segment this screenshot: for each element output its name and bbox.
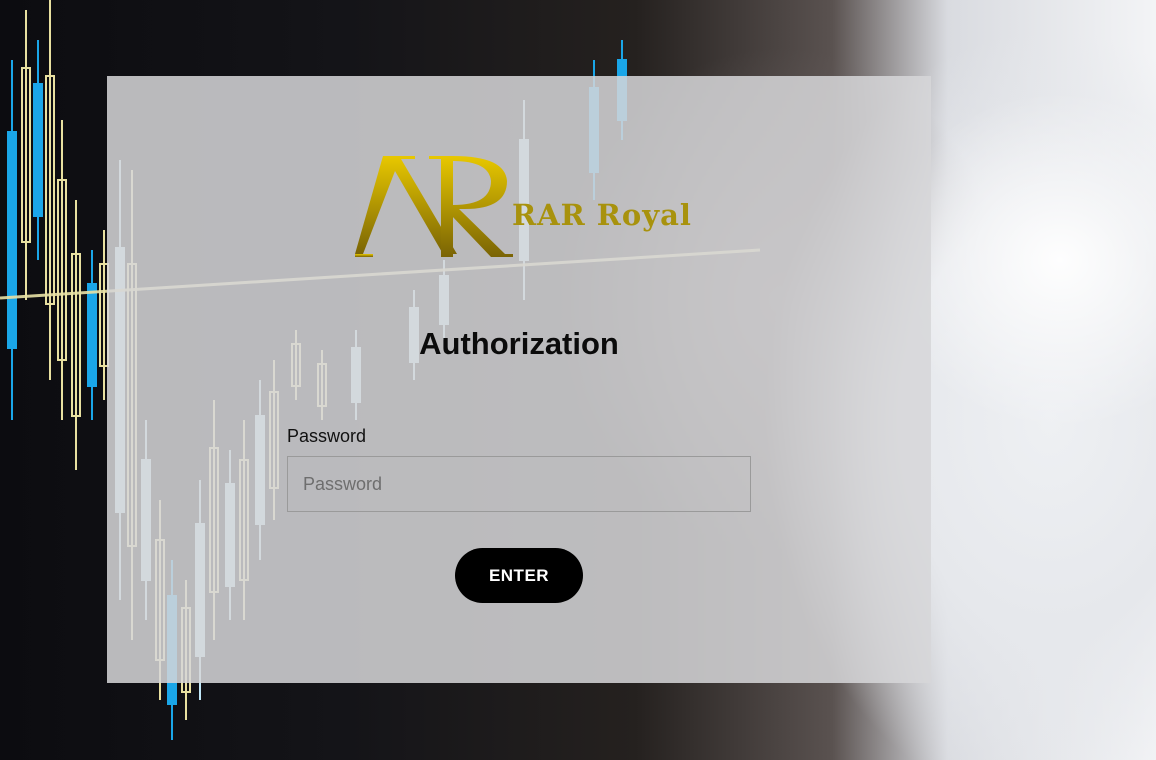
brand-name: RAR Royal	[512, 198, 692, 232]
password-input[interactable]	[287, 456, 751, 512]
candle-body	[33, 83, 43, 217]
login-card: RAR Royal Authorization Password ENTER	[107, 76, 931, 683]
page-title: Authorization	[419, 326, 619, 361]
enter-button[interactable]: ENTER	[455, 548, 583, 603]
candle-body	[7, 131, 17, 349]
candle-body	[87, 283, 97, 387]
password-label: Password	[287, 426, 367, 446]
